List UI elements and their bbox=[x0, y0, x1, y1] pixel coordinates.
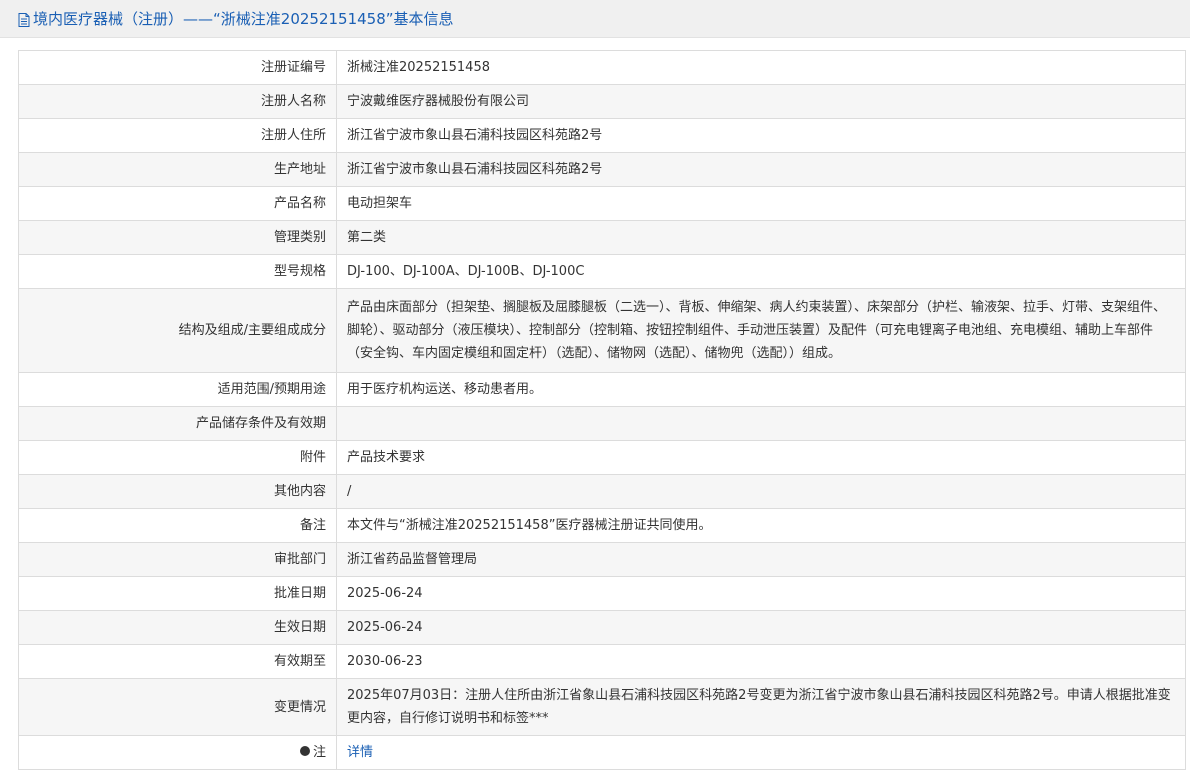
field-value: 电动担架车 bbox=[336, 186, 1186, 221]
table-row: 审批部门 浙江省药品监督管理局 bbox=[18, 542, 1186, 577]
field-label: 注册证编号 bbox=[18, 50, 337, 85]
note-label: 注 bbox=[312, 745, 326, 760]
field-label: 生效日期 bbox=[18, 610, 337, 645]
field-value: / bbox=[336, 474, 1186, 509]
note-row: 注 详情 bbox=[18, 735, 1186, 770]
details-link[interactable]: 详情 bbox=[347, 745, 373, 760]
field-value: 第二类 bbox=[336, 220, 1186, 255]
table-row: 型号规格 DJ-100、DJ-100A、DJ-100B、DJ-100C bbox=[18, 254, 1186, 289]
table-row: 注册人名称 宁波戴维医疗器械股份有限公司 bbox=[18, 84, 1186, 119]
field-label: 生产地址 bbox=[18, 152, 337, 187]
field-value: 浙江省药品监督管理局 bbox=[336, 542, 1186, 577]
table-row: 注册人住所 浙江省宁波市象山县石浦科技园区科苑路2号 bbox=[18, 118, 1186, 153]
table-row: 批准日期 2025-06-24 bbox=[18, 576, 1186, 611]
info-dot-icon bbox=[299, 746, 310, 756]
note-value-cell: 详情 bbox=[336, 735, 1186, 770]
field-label: 批准日期 bbox=[18, 576, 337, 611]
field-label: 注册人名称 bbox=[18, 84, 337, 119]
field-label: 注册人住所 bbox=[18, 118, 337, 153]
table-row: 备注 本文件与“浙械注准20252151458”医疗器械注册证共同使用。 bbox=[18, 508, 1186, 543]
field-value: 2030-06-23 bbox=[336, 644, 1186, 679]
field-label: 适用范围/预期用途 bbox=[18, 372, 337, 407]
page-header: 境内医疗器械（注册）——“浙械注准20252151458”基本信息 bbox=[0, 0, 1190, 38]
table-row: 有效期至 2030-06-23 bbox=[18, 644, 1186, 679]
field-label: 产品储存条件及有效期 bbox=[18, 406, 337, 441]
field-label: 有效期至 bbox=[18, 644, 337, 679]
field-label: 产品名称 bbox=[18, 186, 337, 221]
field-value: DJ-100、DJ-100A、DJ-100B、DJ-100C bbox=[336, 254, 1186, 289]
field-label: 管理类别 bbox=[18, 220, 337, 255]
document-icon bbox=[18, 12, 30, 27]
table-row: 注册证编号 浙械注准20252151458 bbox=[18, 50, 1186, 85]
field-value: 2025-06-24 bbox=[336, 576, 1186, 611]
table-row: 其他内容 / bbox=[18, 474, 1186, 509]
field-value: 浙江省宁波市象山县石浦科技园区科苑路2号 bbox=[336, 152, 1186, 187]
field-label: 审批部门 bbox=[18, 542, 337, 577]
field-label: 附件 bbox=[18, 440, 337, 475]
field-value: 宁波戴维医疗器械股份有限公司 bbox=[336, 84, 1186, 119]
registration-info-table: 注册证编号 浙械注准20252151458 注册人名称 宁波戴维医疗器械股份有限公司… bbox=[18, 50, 1186, 770]
field-value: 产品技术要求 bbox=[336, 440, 1186, 475]
field-value: 2025年07月03日：注册人住所由浙江省象山县石浦科技园区科苑路2号变更为浙江… bbox=[336, 678, 1186, 736]
page-title: 境内医疗器械（注册）——“浙械注准20252151458”基本信息 bbox=[33, 10, 454, 28]
field-label: 变更情况 bbox=[18, 678, 337, 736]
table-row: 管理类别 第二类 bbox=[18, 220, 1186, 255]
table-row: 产品名称 电动担架车 bbox=[18, 186, 1186, 221]
field-value: 2025-06-24 bbox=[336, 610, 1186, 645]
table-row: 生产地址 浙江省宁波市象山县石浦科技园区科苑路2号 bbox=[18, 152, 1186, 187]
table-row: 生效日期 2025-06-24 bbox=[18, 610, 1186, 645]
field-value: 浙械注准20252151458 bbox=[336, 50, 1186, 85]
field-label: 其他内容 bbox=[18, 474, 337, 509]
field-value: 用于医疗机构运送、移动患者用。 bbox=[336, 372, 1186, 407]
table-row: 附件 产品技术要求 bbox=[18, 440, 1186, 475]
note-label-cell: 注 bbox=[18, 735, 337, 770]
table-row: 变更情况 2025年07月03日：注册人住所由浙江省象山县石浦科技园区科苑路2号变… bbox=[18, 678, 1186, 736]
table-row: 结构及组成/主要组成成分 产品由床面部分（担架垫、搁腿板及屈膝腿板（二选一）、背板… bbox=[18, 288, 1186, 373]
table-row: 产品储存条件及有效期 bbox=[18, 406, 1186, 441]
field-value: 产品由床面部分（担架垫、搁腿板及屈膝腿板（二选一）、背板、伸缩架、病人约束装置）… bbox=[336, 288, 1186, 373]
field-value bbox=[336, 406, 1186, 441]
table-row: 适用范围/预期用途 用于医疗机构运送、移动患者用。 bbox=[18, 372, 1186, 407]
field-value: 浙江省宁波市象山县石浦科技园区科苑路2号 bbox=[336, 118, 1186, 153]
field-label: 备注 bbox=[18, 508, 337, 543]
field-value: 本文件与“浙械注准20252151458”医疗器械注册证共同使用。 bbox=[336, 508, 1186, 543]
field-label: 结构及组成/主要组成成分 bbox=[18, 288, 337, 373]
field-label: 型号规格 bbox=[18, 254, 337, 289]
